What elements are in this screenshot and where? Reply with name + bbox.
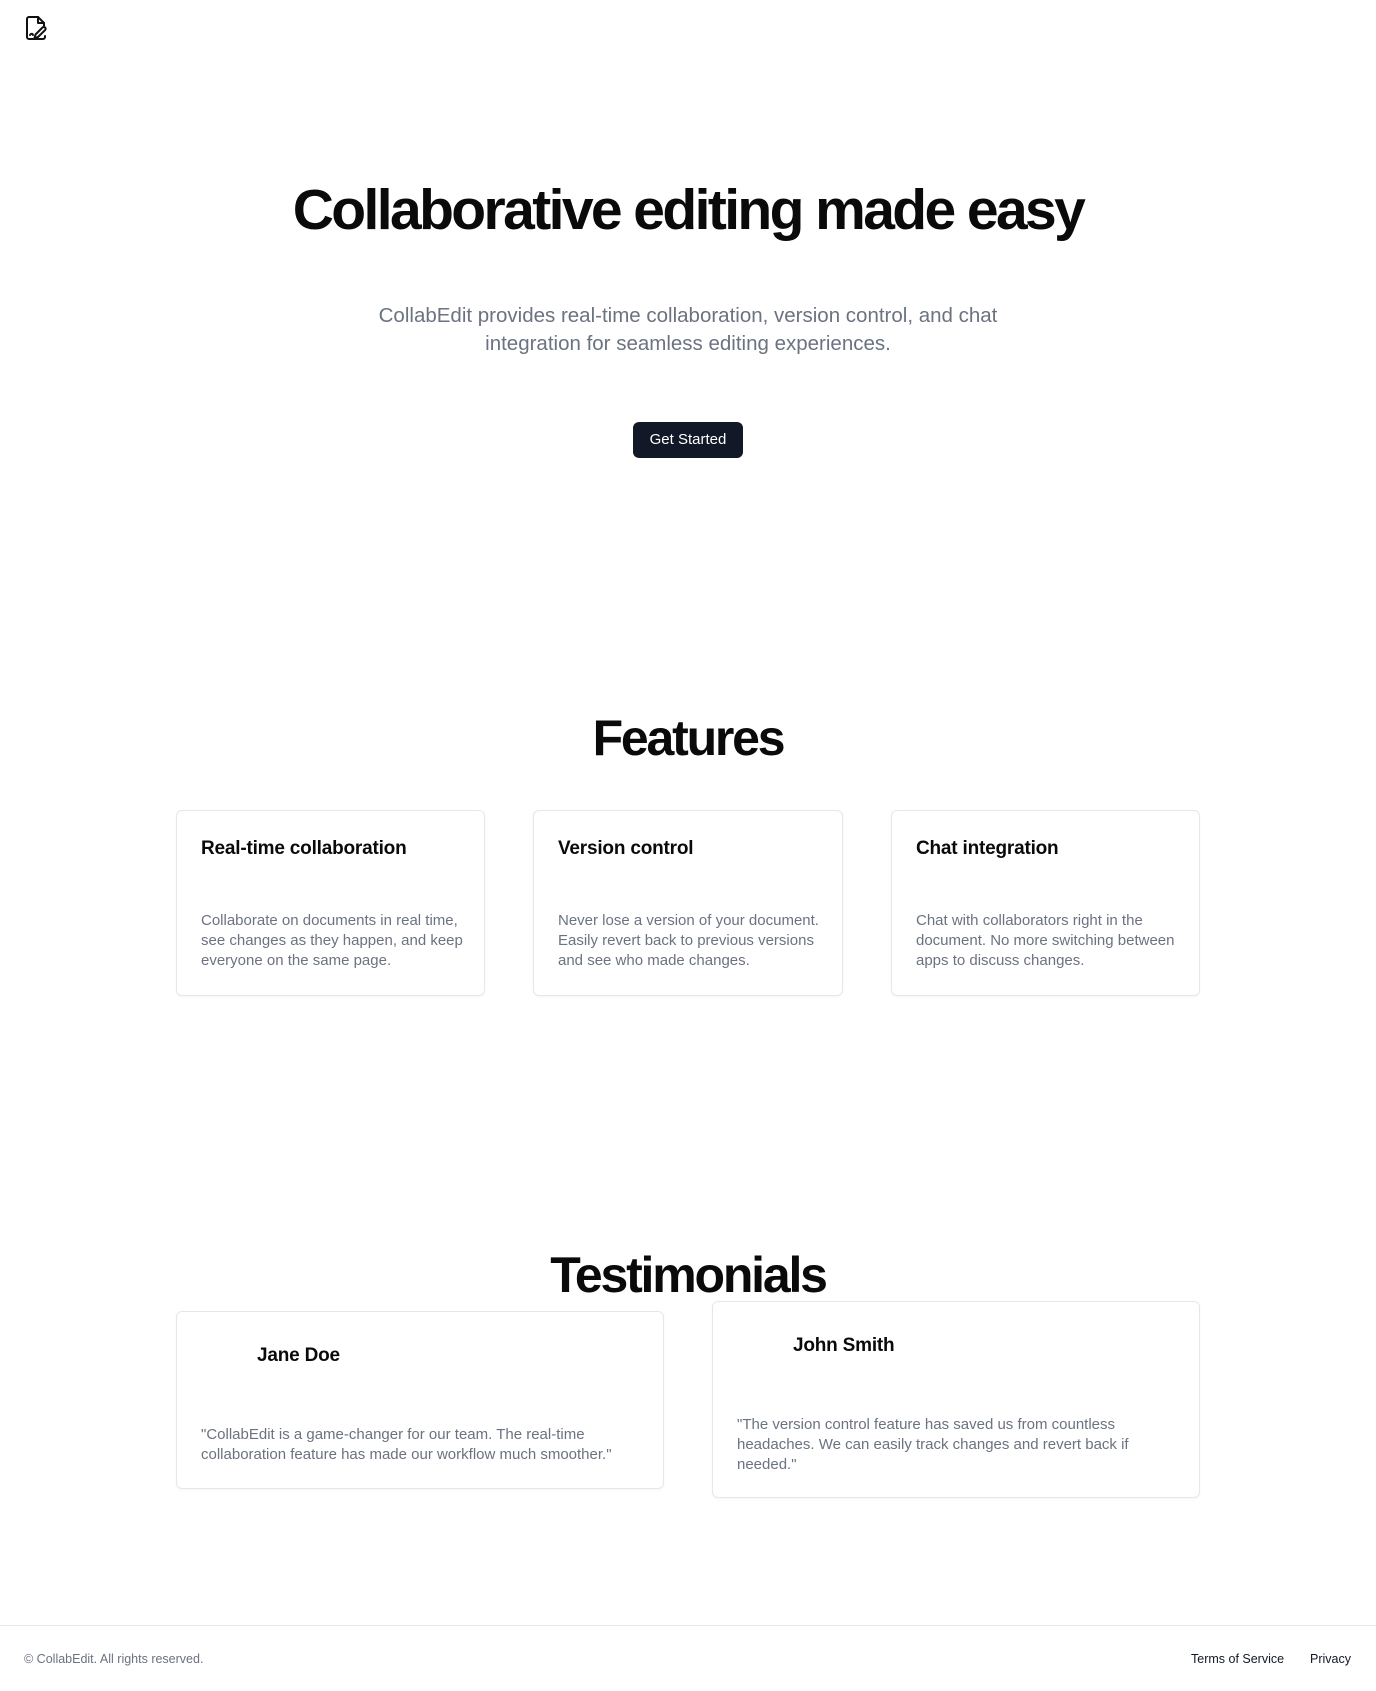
get-started-button[interactable]: Get Started — [633, 422, 743, 458]
feature-card-title: Real-time collaboration — [201, 838, 407, 859]
footer-copyright: © CollabEdit. All rights reserved. — [24, 1652, 204, 1666]
hero-subtitle: CollabEdit provides real-time collaborat… — [378, 304, 998, 355]
feature-card-version-control: Version control Never lose a version of … — [533, 810, 843, 996]
feature-card-realtime: Real-time collaboration Collaborate on d… — [176, 810, 485, 996]
terms-of-service-link[interactable]: Terms of Service — [1191, 1651, 1284, 1667]
feature-card-description: Chat with collaborators right in the doc… — [916, 912, 1175, 969]
file-signature-icon[interactable] — [24, 15, 48, 41]
testimonial-author: Jane Doe — [257, 1345, 340, 1366]
testimonial-quote: "CollabEdit is a game-changer for our te… — [201, 1426, 612, 1463]
testimonial-card-jane: Jane Doe "CollabEdit is a game-changer f… — [176, 1311, 664, 1489]
features-title: Features — [592, 710, 786, 766]
privacy-link[interactable]: Privacy — [1310, 1651, 1351, 1667]
feature-card-title: Chat integration — [916, 838, 1059, 859]
landing-page: Collaborative editing made easy CollabEd… — [0, 0, 1376, 1691]
testimonial-author: John Smith — [793, 1335, 895, 1356]
testimonial-card-john: John Smith "The version control feature … — [712, 1301, 1200, 1498]
testimonial-quote: "The version control feature has saved u… — [737, 1416, 1129, 1473]
footer: © CollabEdit. All rights reserved. Terms… — [0, 1625, 1376, 1691]
hero-title: Collaborative editing made easy — [292, 178, 1086, 242]
feature-card-description: Collaborate on documents in real time, s… — [201, 912, 463, 969]
feature-card-description: Never lose a version of your document. E… — [558, 912, 819, 969]
feature-card-chat: Chat integration Chat with collaborators… — [891, 810, 1200, 996]
testimonials-title: Testimonials — [550, 1247, 828, 1303]
feature-card-title: Version control — [558, 838, 694, 859]
